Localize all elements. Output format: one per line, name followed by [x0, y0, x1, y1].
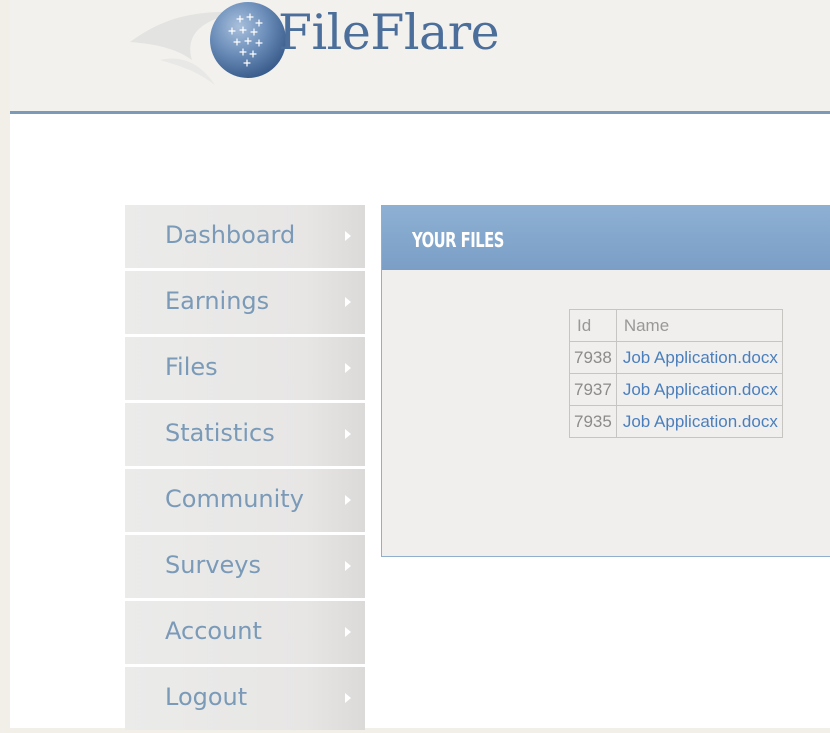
chevron-right-icon	[345, 495, 351, 505]
header-divider	[10, 111, 830, 114]
nav-item-label: Account	[165, 617, 262, 645]
file-name-cell: Job Application.docx	[615, 341, 783, 374]
nav-item-earnings[interactable]: Earnings	[125, 271, 365, 334]
chevron-right-icon	[345, 693, 351, 703]
files-table: Id Name 7938 Job Application.docx 7937 J…	[569, 309, 783, 438]
chevron-right-icon	[345, 297, 351, 307]
nav-item-account[interactable]: Account	[125, 601, 365, 664]
file-id: 7937	[569, 373, 617, 406]
table-header-row: Id Name	[569, 309, 783, 342]
table-row: 7935 Job Application.docx	[569, 405, 783, 438]
file-name-cell: Job Application.docx	[615, 373, 783, 406]
nav-item-label: Earnings	[165, 287, 270, 315]
table-row: 7938 Job Application.docx	[569, 341, 783, 374]
file-id: 7938	[569, 341, 617, 374]
panel-header: YOUR FILES	[382, 206, 830, 270]
chevron-right-icon	[345, 627, 351, 637]
nav-item-files[interactable]: Files	[125, 337, 365, 400]
chevron-right-icon	[345, 429, 351, 439]
nav-item-surveys[interactable]: Surveys	[125, 535, 365, 598]
site-header: FileFlare	[10, 0, 830, 111]
file-name-link[interactable]: Job Application.docx	[623, 412, 778, 431]
nav-item-label: Dashboard	[165, 221, 296, 249]
nav-item-label: Statistics	[165, 419, 275, 447]
nav-item-community[interactable]: Community	[125, 469, 365, 532]
nav-item-statistics[interactable]: Statistics	[125, 403, 365, 466]
chevron-right-icon	[345, 363, 351, 373]
globe-icon	[210, 2, 286, 78]
brand-name: FileFlare	[278, 4, 500, 61]
nav-item-label: Logout	[165, 683, 248, 711]
sidebar-nav: Dashboard Earnings Files Statistics Comm…	[125, 205, 365, 733]
nav-item-label: Community	[165, 485, 304, 513]
page: FileFlare Dashboard Earnings Files Stati…	[10, 0, 830, 730]
panel-title: YOUR FILES	[412, 228, 504, 252]
column-header-name: Name	[615, 309, 783, 342]
nav-item-label: Files	[165, 353, 218, 381]
file-name-link[interactable]: Job Application.docx	[623, 348, 778, 367]
file-name-cell: Job Application.docx	[615, 405, 783, 438]
column-header-id: Id	[569, 309, 617, 342]
nav-item-label: Surveys	[165, 551, 261, 579]
chevron-right-icon	[345, 231, 351, 241]
file-id: 7935	[569, 405, 617, 438]
logo[interactable]: FileFlare	[130, 0, 550, 100]
chevron-right-icon	[345, 561, 351, 571]
nav-item-logout[interactable]: Logout	[125, 667, 365, 730]
files-panel: YOUR FILES Id Name 7938 Job Application.…	[381, 205, 830, 557]
nav-item-dashboard[interactable]: Dashboard	[125, 205, 365, 268]
table-row: 7937 Job Application.docx	[569, 373, 783, 406]
file-name-link[interactable]: Job Application.docx	[623, 380, 778, 399]
